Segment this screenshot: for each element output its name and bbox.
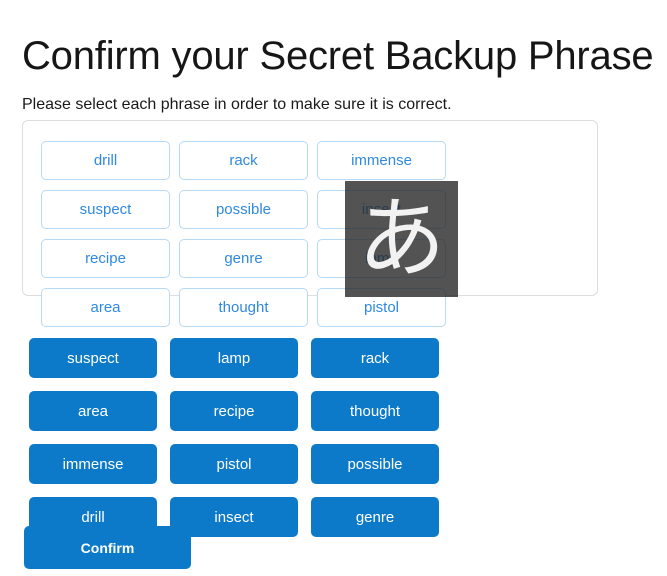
selected-phrase-chip-label: rack xyxy=(229,152,258,169)
selected-phrase-chip-label: recipe xyxy=(85,250,126,267)
selected-phrase-chip[interactable]: recipe xyxy=(41,239,170,278)
page-subtitle: Please select each phrase in order to ma… xyxy=(22,96,452,113)
word-bank-button-label: thought xyxy=(349,402,401,420)
confirm-button-label: Confirm xyxy=(80,539,135,556)
word-bank-button[interactable]: genre xyxy=(311,497,439,537)
word-bank-button[interactable]: suspect xyxy=(29,338,157,378)
selected-phrase-chip[interactable]: possible xyxy=(179,190,308,229)
word-bank-button-label: area xyxy=(77,402,109,420)
page-title: Confirm your Secret Backup Phrase xyxy=(22,33,654,78)
word-bank-button[interactable]: rack xyxy=(311,338,439,378)
selected-phrase-chip-label: insect xyxy=(361,201,402,218)
confirm-backup-phrase-page: Confirm your Secret Backup Phrase Please… xyxy=(0,0,667,576)
word-bank-grid: suspect lamp rack area recipe thought im… xyxy=(29,338,576,537)
word-bank-button[interactable]: area xyxy=(29,391,157,431)
word-bank-button-label: suspect xyxy=(67,349,119,367)
word-bank-button[interactable]: possible xyxy=(311,444,439,484)
word-bank-button-label: genre xyxy=(355,508,395,526)
selected-phrase-chip-label: pistol xyxy=(363,299,400,316)
word-bank-button[interactable]: pistol xyxy=(170,444,298,484)
word-bank-button[interactable]: recipe xyxy=(170,391,298,431)
selected-phrase-chip[interactable]: suspect xyxy=(41,190,170,229)
selected-phrase-chip[interactable]: lamp xyxy=(317,239,446,278)
selected-phrase-grid: drill rack immense suspect possible inse… xyxy=(41,141,581,327)
selected-phrase-chip-label: immense xyxy=(351,152,412,169)
word-bank-button-label: pistol xyxy=(216,455,252,473)
selected-phrase-chip[interactable]: drill xyxy=(41,141,170,180)
word-bank-button[interactable]: lamp xyxy=(170,338,298,378)
word-bank-button[interactable]: immense xyxy=(29,444,157,484)
selected-phrase-chip[interactable]: immense xyxy=(317,141,446,180)
word-bank-button-label: rack xyxy=(360,349,390,367)
word-bank-button[interactable]: thought xyxy=(311,391,439,431)
word-bank-button-label: possible xyxy=(347,455,403,473)
selected-phrase-chip[interactable]: insect xyxy=(317,190,446,229)
confirm-button[interactable]: Confirm xyxy=(24,526,191,569)
word-bank-button-label: drill xyxy=(81,508,105,526)
word-bank-button-label: lamp xyxy=(217,349,251,367)
word-bank-button-label: recipe xyxy=(213,402,255,420)
selected-phrase-chip-label: area xyxy=(90,299,121,316)
selected-phrase-chip[interactable]: genre xyxy=(179,239,308,278)
selected-phrase-chip-label: suspect xyxy=(79,201,132,218)
selected-phrase-chip-label: drill xyxy=(93,152,118,169)
selected-phrase-chip[interactable]: rack xyxy=(179,141,308,180)
selected-phrase-chip-label: lamp xyxy=(365,250,398,267)
selected-phrase-chip[interactable]: area xyxy=(41,288,170,327)
word-bank-button-label: immense xyxy=(62,455,124,473)
selected-phrase-chip[interactable]: thought xyxy=(179,288,308,327)
word-bank-button-label: insect xyxy=(214,508,254,526)
selected-phrase-chip-label: genre xyxy=(224,250,263,267)
selected-phrase-chip[interactable]: pistol xyxy=(317,288,446,327)
selected-phrase-chip-label: thought xyxy=(218,299,269,316)
selected-phrase-chip-label: possible xyxy=(215,201,272,218)
selected-phrase-panel: drill rack immense suspect possible inse… xyxy=(22,120,598,327)
